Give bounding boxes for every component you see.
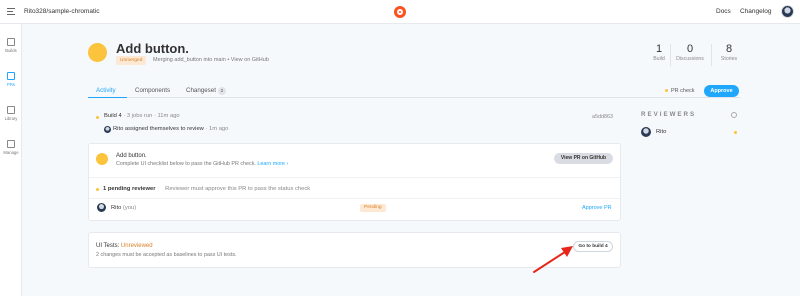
stat-label: Stories <box>720 56 738 62</box>
stat-value: 0 <box>686 43 694 55</box>
status-badge: Unmerged <box>116 56 147 65</box>
go-to-build-button[interactable]: Go to build 4 <box>573 241 613 252</box>
reviewer-name: Rito <box>111 205 122 211</box>
pr-status-dot <box>88 43 107 62</box>
reviewer-row: Rito (you) <box>111 205 136 211</box>
sidebar: Builds PRs Library Manage <box>0 24 22 296</box>
changelog-link[interactable]: Changelog <box>740 8 771 15</box>
merge-separator: • <box>227 57 230 63</box>
assign-time: · 1m ago <box>205 126 229 132</box>
stat-divider <box>711 44 712 66</box>
build-commit-id[interactable]: a5dd863 <box>592 114 613 120</box>
avatar <box>641 127 651 137</box>
stat-discussions[interactable]: 0 Discussions <box>675 43 705 62</box>
build-link[interactable]: Build 4 <box>104 113 122 119</box>
tab-activity[interactable]: Activity <box>96 87 116 94</box>
card-subtitle: Complete UI checklist below to pass the … <box>116 161 288 167</box>
tab-changeset[interactable]: Changeset 2 <box>186 87 226 95</box>
library-icon <box>7 106 15 114</box>
build-status-dot <box>96 116 99 119</box>
manage-icon <box>7 140 15 148</box>
sidebar-item-label: Manage <box>3 150 19 155</box>
pr-icon <box>7 72 15 80</box>
sidebar-item-label: Library <box>4 116 18 121</box>
user-avatar[interactable] <box>781 5 794 18</box>
approve-pr-link[interactable]: Approve PR <box>582 205 612 211</box>
pr-checklist-card <box>88 143 621 221</box>
sidebar-item-library[interactable]: Library <box>0 106 22 122</box>
sidebar-item-label: Builds <box>5 48 17 53</box>
status-badge: Pending <box>360 204 386 212</box>
page-title: Add button. <box>116 41 189 56</box>
learn-more-link[interactable]: Learn more › <box>257 161 288 167</box>
reviewer-name: Rito <box>656 129 667 135</box>
pending-reviewer-row: 1 pending reviewer Reviewer must approve… <box>103 186 310 192</box>
sidebar-item-builds[interactable]: Builds <box>0 38 22 54</box>
reviewer-you: (you) <box>122 205 137 211</box>
tab-label: Changeset <box>186 87 216 94</box>
reviewers-heading: REVIEWERS <box>641 111 697 118</box>
view-pr-on-github-button[interactable]: View PR on GitHub <box>554 153 613 164</box>
github-link[interactable]: View on GitHub <box>231 57 269 63</box>
docs-link[interactable]: Docs <box>716 8 731 15</box>
ui-tests-description: 2 changes must be accepted as baselines … <box>96 252 237 258</box>
pending-reviewer-desc: Reviewer must approve this PR to pass th… <box>165 186 311 192</box>
stat-value: 8 <box>725 43 733 55</box>
avatar <box>104 126 111 133</box>
ui-tests-title: UI Tests: Unreviewed <box>96 243 153 249</box>
divider <box>89 198 620 199</box>
menu-icon[interactable] <box>7 8 15 15</box>
sidebar-item-manage[interactable]: Manage <box>0 140 22 156</box>
annotation-arrow-icon <box>533 246 573 273</box>
build-activity: Build 4 · 3 jobs run · 11m ago <box>104 113 180 119</box>
pending-reviewer-label: 1 pending reviewer <box>103 186 156 192</box>
sidebar-item-prs[interactable]: PRs <box>0 72 22 88</box>
gear-icon[interactable] <box>731 112 737 118</box>
assign-activity: Rito assigned themselves to review · 1m … <box>113 126 228 132</box>
pending-status-dot <box>96 188 99 191</box>
merge-info: Merging add_button into main • View on G… <box>153 57 269 63</box>
build-meta: · 3 jobs run · 11m ago <box>123 113 180 119</box>
assign-text: Rito assigned themselves to review <box>113 126 204 132</box>
tab-bar: Activity Components Changeset 2 <box>88 84 740 98</box>
project-title[interactable]: Rito328/sample-chromatic <box>24 8 100 15</box>
reviewer-status-dot <box>734 131 737 134</box>
avatar <box>97 203 106 212</box>
pr-status-dot <box>96 153 108 165</box>
checklist-text: Complete UI checklist below to pass the … <box>116 161 256 167</box>
pr-check-status: PR check <box>665 88 695 94</box>
stat-label: Discussions <box>676 56 704 62</box>
active-tab-indicator <box>88 97 127 98</box>
sidebar-item-label: PRs <box>7 82 15 87</box>
stat-stories[interactable]: 8 Stories <box>714 43 744 62</box>
tab-components[interactable]: Components <box>135 87 170 94</box>
chromatic-logo-icon[interactable] <box>394 6 406 18</box>
ui-tests-label: UI Tests: <box>96 243 120 249</box>
tab-count-badge: 2 <box>217 87 226 95</box>
merge-text: Merging add_button into main <box>153 57 226 63</box>
card-title: Add button. <box>116 153 147 159</box>
stat-divider <box>670 44 671 66</box>
divider <box>89 177 620 178</box>
builds-icon <box>7 38 15 46</box>
top-bar: Rito328/sample-chromatic Docs Changelog <box>0 0 800 24</box>
approve-button[interactable]: Approve <box>704 85 739 97</box>
ui-tests-status: Unreviewed <box>120 243 153 249</box>
